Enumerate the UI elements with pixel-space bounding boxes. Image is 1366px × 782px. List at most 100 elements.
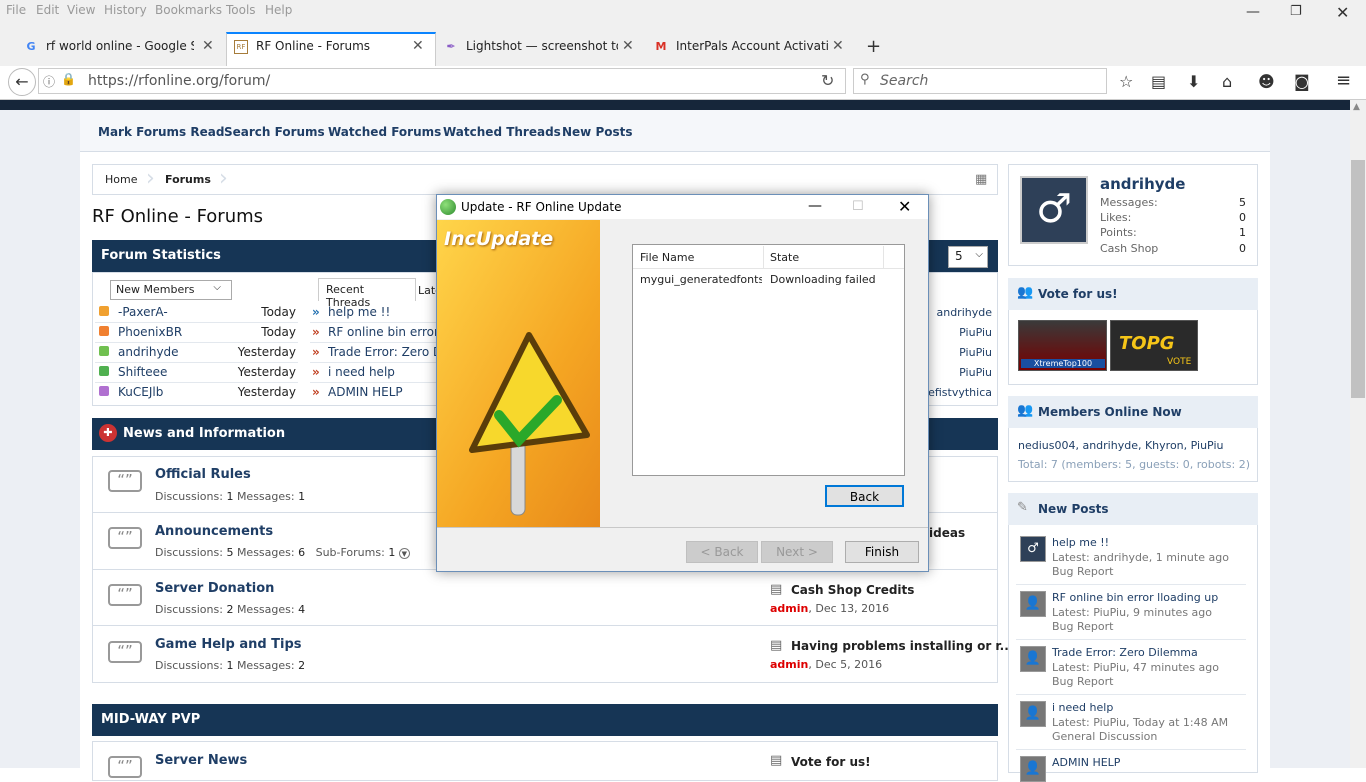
menu-tools[interactable]: Tools <box>226 3 256 17</box>
menu-history[interactable]: History <box>104 3 147 17</box>
home-icon[interactable]: ⌂ <box>1222 72 1232 91</box>
emoji-icon[interactable]: ☻ <box>1258 72 1275 91</box>
forum-title-game-help[interactable]: Game Help and Tips <box>155 637 302 652</box>
new-post-title[interactable]: Trade Error: Zero Dilemma <box>1052 646 1198 659</box>
dialog-finish-button[interactable]: Finish <box>845 541 919 563</box>
new-post-title[interactable]: RF online bin error lloading up <box>1052 591 1218 604</box>
reload-icon[interactable]: ↻ <box>821 71 834 90</box>
search-forums-link[interactable]: Search Forums <box>224 125 325 139</box>
breadcrumb-home[interactable]: Home <box>105 173 137 186</box>
mark-forums-read-link[interactable]: Mark Forums Read <box>98 125 224 139</box>
menu-edit[interactable]: Edit <box>36 3 59 17</box>
user-avatar-icon[interactable]: 👤 <box>1020 756 1046 782</box>
row-divider <box>95 382 298 383</box>
restore-icon[interactable]: ❐ <box>1290 4 1302 19</box>
new-post-title[interactable]: help me !! <box>1052 536 1109 549</box>
column-file-name[interactable]: File Name <box>640 251 694 264</box>
watched-forums-link[interactable]: Watched Forums <box>328 125 441 139</box>
topg-banner[interactable]: TOPG VOTE <box>1110 320 1198 371</box>
recent-thread-link[interactable]: ADMIN HELP <box>328 385 436 399</box>
xtremetop100-banner[interactable]: XtremeTop100 <box>1018 320 1107 371</box>
dialog-back-button[interactable]: Back <box>825 485 904 507</box>
recent-thread-link[interactable]: RF online bin error ll <box>328 325 436 339</box>
scroll-up-icon[interactable]: ▲ <box>1353 102 1360 112</box>
recent-thread-link[interactable]: help me !! <box>328 305 436 319</box>
new-post-title[interactable]: ADMIN HELP <box>1052 756 1120 769</box>
dialog-close-icon[interactable]: ✕ <box>898 197 911 216</box>
close-tab-icon[interactable]: ✕ <box>202 38 214 54</box>
close-tab-icon[interactable]: ✕ <box>412 38 424 54</box>
back-arrow-icon[interactable]: ← <box>8 68 36 96</box>
tab-interpals[interactable]: M InterPals Account Activati... <box>654 34 828 62</box>
members-filter-select[interactable]: New Members ⌵ <box>110 280 232 300</box>
watched-threads-link[interactable]: Watched Threads <box>443 125 561 139</box>
column-state[interactable]: State <box>770 251 799 264</box>
reading-list-icon[interactable]: ▤ <box>1151 72 1166 91</box>
last-post-title[interactable]: ideas <box>929 526 965 540</box>
tab-rf-forums[interactable]: RF RF Online - Forums <box>234 34 404 62</box>
member-name[interactable]: KuCEJlb <box>118 385 163 399</box>
last-post-title[interactable]: Vote for us! <box>791 755 871 769</box>
recent-thread-link[interactable]: i need help <box>328 365 436 379</box>
online-members-list[interactable]: nedius004, andrihyde, Khyron, PiuPiu <box>1018 439 1223 452</box>
menu-bookmarks[interactable]: Bookmarks <box>155 3 222 17</box>
new-posts-link[interactable]: New Posts <box>562 125 633 139</box>
member-name[interactable]: PhoenixBR <box>118 325 182 339</box>
member-name[interactable]: andrihyde <box>118 345 179 359</box>
breadcrumb-forums[interactable]: Forums <box>165 173 211 186</box>
new-post-title[interactable]: i need help <box>1052 701 1113 714</box>
stat-label: Cash Shop <box>1100 242 1159 255</box>
bookmark-star-icon[interactable]: ☆ <box>1119 72 1133 91</box>
user-avatar-icon[interactable]: 👤 <box>1020 701 1046 727</box>
member-name[interactable]: -PaxerA- <box>118 305 168 319</box>
forum-title-server-news[interactable]: Server News <box>155 753 247 768</box>
document-icon: ▤ <box>770 638 783 653</box>
download-icon[interactable]: ⬇ <box>1187 72 1200 91</box>
user-avatar-icon[interactable]: 👤 <box>1020 591 1046 617</box>
gmail-icon: M <box>655 40 667 53</box>
stats-count-select[interactable]: 5 ⌵ <box>948 246 988 268</box>
avatar[interactable]: ♂ <box>1020 176 1088 244</box>
tab-lightshot[interactable]: ✒ Lightshot — screenshot to... <box>444 34 618 62</box>
new-tab-icon[interactable]: + <box>866 36 881 57</box>
tab-recent-threads[interactable]: Recent Threads <box>318 278 416 309</box>
menu-view[interactable]: View <box>67 3 95 17</box>
member-rank-icon <box>99 386 109 396</box>
info-icon[interactable]: ⓘ <box>43 73 55 90</box>
last-post-title[interactable]: Cash Shop Credits <box>791 583 914 597</box>
tab-google[interactable]: G rf world online - Google S... <box>24 34 194 62</box>
last-post-title[interactable]: Having problems installing or r... <box>791 639 1013 653</box>
new-post-forum[interactable]: Bug Report <box>1052 675 1113 688</box>
new-post-forum[interactable]: General Discussion <box>1052 730 1157 743</box>
forum-row <box>92 569 998 626</box>
dialog-divider <box>437 527 928 528</box>
menu-file[interactable]: File <box>6 3 26 17</box>
forum-title-official-rules[interactable]: Official Rules <box>155 467 251 482</box>
new-post-forum[interactable]: Bug Report <box>1052 620 1113 633</box>
username[interactable]: andrihyde <box>1100 175 1185 193</box>
dialog-minimize-icon[interactable]: — <box>808 198 822 214</box>
pocket-icon[interactable]: ◙ <box>1294 72 1310 91</box>
subforums-dropdown-icon[interactable]: ▼ <box>398 548 410 559</box>
user-avatar-icon[interactable]: 👤 <box>1020 646 1046 672</box>
forum-title-server-donation[interactable]: Server Donation <box>155 581 274 596</box>
forum-title-announcements[interactable]: Announcements <box>155 524 273 539</box>
recent-thread-link[interactable]: Trade Error: Zero D <box>328 345 436 359</box>
menu-help[interactable]: Help <box>265 3 292 17</box>
forum-stats: Discussions: 1 Messages: 2 <box>155 659 306 672</box>
close-tab-icon[interactable]: ✕ <box>622 38 634 54</box>
minimize-icon[interactable]: — <box>1246 4 1260 20</box>
hamburger-menu-icon[interactable]: ≡ <box>1336 70 1351 91</box>
last-post-user[interactable]: admin <box>770 602 808 615</box>
file-name-cell[interactable]: mygui_generatedfonts | ... <box>640 273 762 286</box>
close-window-icon[interactable]: ✕ <box>1336 3 1349 22</box>
url-text[interactable]: https://rfonline.org/forum/ <box>88 73 270 89</box>
user-avatar-icon[interactable]: ♂ <box>1020 536 1046 562</box>
sitemap-icon[interactable]: ▦ <box>975 172 987 187</box>
scrollbar-thumb[interactable] <box>1351 160 1365 398</box>
member-name[interactable]: Shifteee <box>118 365 167 379</box>
new-post-forum[interactable]: Bug Report <box>1052 565 1113 578</box>
close-tab-icon[interactable]: ✕ <box>832 38 844 54</box>
last-post-user[interactable]: admin <box>770 658 808 671</box>
feather-icon: ✒ <box>446 40 456 53</box>
